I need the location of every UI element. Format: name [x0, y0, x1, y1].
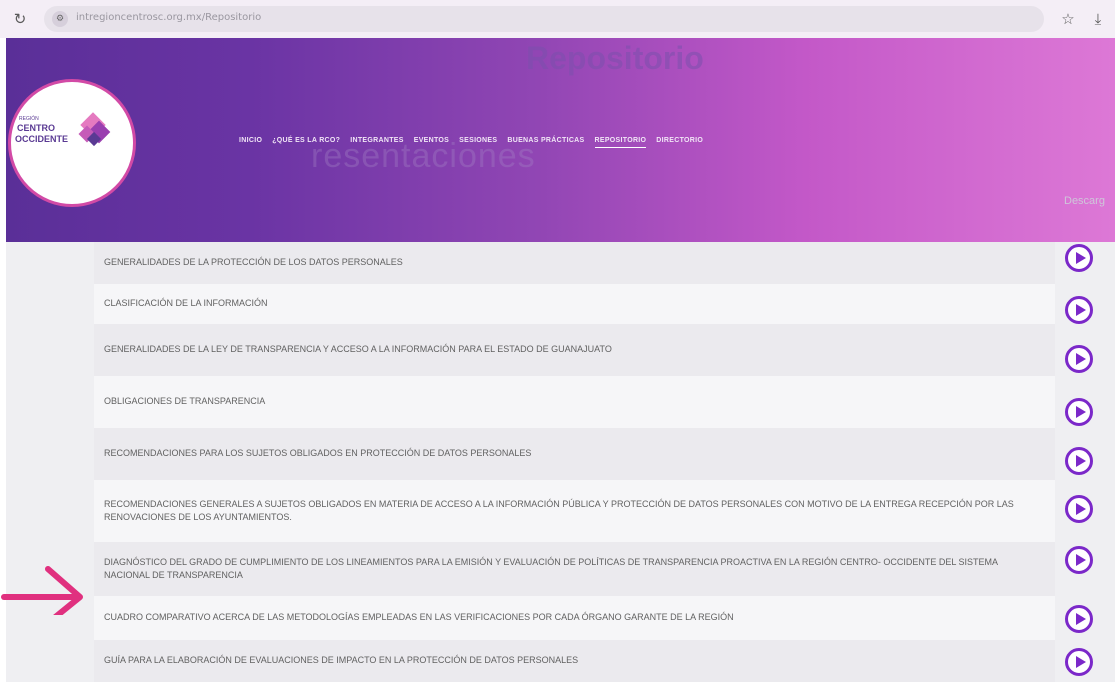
repository-item-title: GENERALIDADES DE LA PROTECCIÓN DE LOS DA… [94, 242, 1055, 284]
nav-item-0[interactable]: INICIO [239, 137, 262, 148]
play-circle-icon[interactable] [1065, 648, 1093, 676]
url-text: intregioncentrosc.org.mx/Repositorio [76, 12, 262, 23]
page-title-background: Repositorio [526, 40, 704, 76]
play-circle-icon[interactable] [1065, 345, 1093, 373]
main-nav: INICIO ¿QUÉ ES LA RCO? INTEGRANTES EVENTOS S… [239, 137, 703, 148]
play-button-column [1055, 242, 1115, 682]
site-info-icon[interactable]: ⚙ [52, 11, 68, 27]
nav-item-7[interactable]: DIRECTORIO [656, 137, 703, 148]
repository-item-title: GUÍA PARA LA ELABORACIÓN DE EVALUACIONES… [94, 640, 1055, 682]
logo-text-line1: CENTRO [17, 123, 55, 133]
nav-item-3[interactable]: EVENTOS [414, 137, 449, 148]
play-circle-icon[interactable] [1065, 546, 1093, 574]
site-header: Repositorio resentaciones Descarg REGIÓN… [6, 38, 1115, 242]
play-circle-icon[interactable] [1065, 398, 1093, 426]
logo-text-line2: OCCIDENTE [15, 134, 69, 144]
play-circle-icon[interactable] [1065, 244, 1093, 272]
nav-item-5[interactable]: BUENAS PRÁCTICAS [507, 137, 584, 148]
repository-item-title: RECOMENDACIONES GENERALES A SUJETOS OBLI… [94, 480, 1055, 542]
address-bar[interactable]: ⚙ intregioncentrosc.org.mx/Repositorio [44, 6, 1044, 32]
arrow-right-icon [1, 566, 83, 615]
repository-item-title: DIAGNÓSTICO DEL GRADO DE CUMPLIMIENTO DE… [94, 542, 1055, 596]
play-circle-icon[interactable] [1065, 605, 1093, 633]
repository-item-title: CUADRO COMPARATIVO ACERCA DE LAS METODOL… [94, 596, 1055, 640]
browser-toolbar: ↻ ⚙ intregioncentrosc.org.mx/Repositorio… [0, 0, 1115, 38]
nav-item-1[interactable]: ¿QUÉ ES LA RCO? [272, 137, 340, 148]
logo-small-text: REGIÓN [19, 116, 39, 122]
nav-item-4[interactable]: SESIONES [459, 137, 497, 148]
play-circle-icon[interactable] [1065, 447, 1093, 475]
play-circle-icon[interactable] [1065, 296, 1093, 324]
repository-item-title: OBLIGACIONES DE TRANSPARENCIA [94, 376, 1055, 428]
play-circle-icon[interactable] [1065, 495, 1093, 523]
repository-item-title: GENERALIDADES DE LA LEY DE TRANSPARENCIA… [94, 324, 1055, 376]
site-logo[interactable]: REGIÓN CENTRO OCCIDENTE [8, 79, 136, 207]
logo-mark-icon [78, 112, 111, 147]
reload-icon[interactable]: ↻ [10, 9, 30, 29]
nav-item-2[interactable]: INTEGRANTES [350, 137, 403, 148]
left-gutter [6, 242, 94, 682]
repository-item-title: RECOMENDACIONES PARA LOS SUJETOS OBLIGAD… [94, 428, 1055, 480]
nav-item-6[interactable]: REPOSITORIO [594, 137, 647, 148]
download-icon[interactable]: ⤓ [1088, 9, 1108, 29]
star-icon[interactable]: ☆ [1058, 9, 1078, 29]
download-label-background: Descarg [1064, 195, 1105, 207]
repository-content: GENERALIDADES DE LA PROTECCIÓN DE LOS DA… [6, 242, 1115, 682]
repository-item-title: CLASIFICACIÓN DE LA INFORMACIÓN [94, 284, 1055, 324]
